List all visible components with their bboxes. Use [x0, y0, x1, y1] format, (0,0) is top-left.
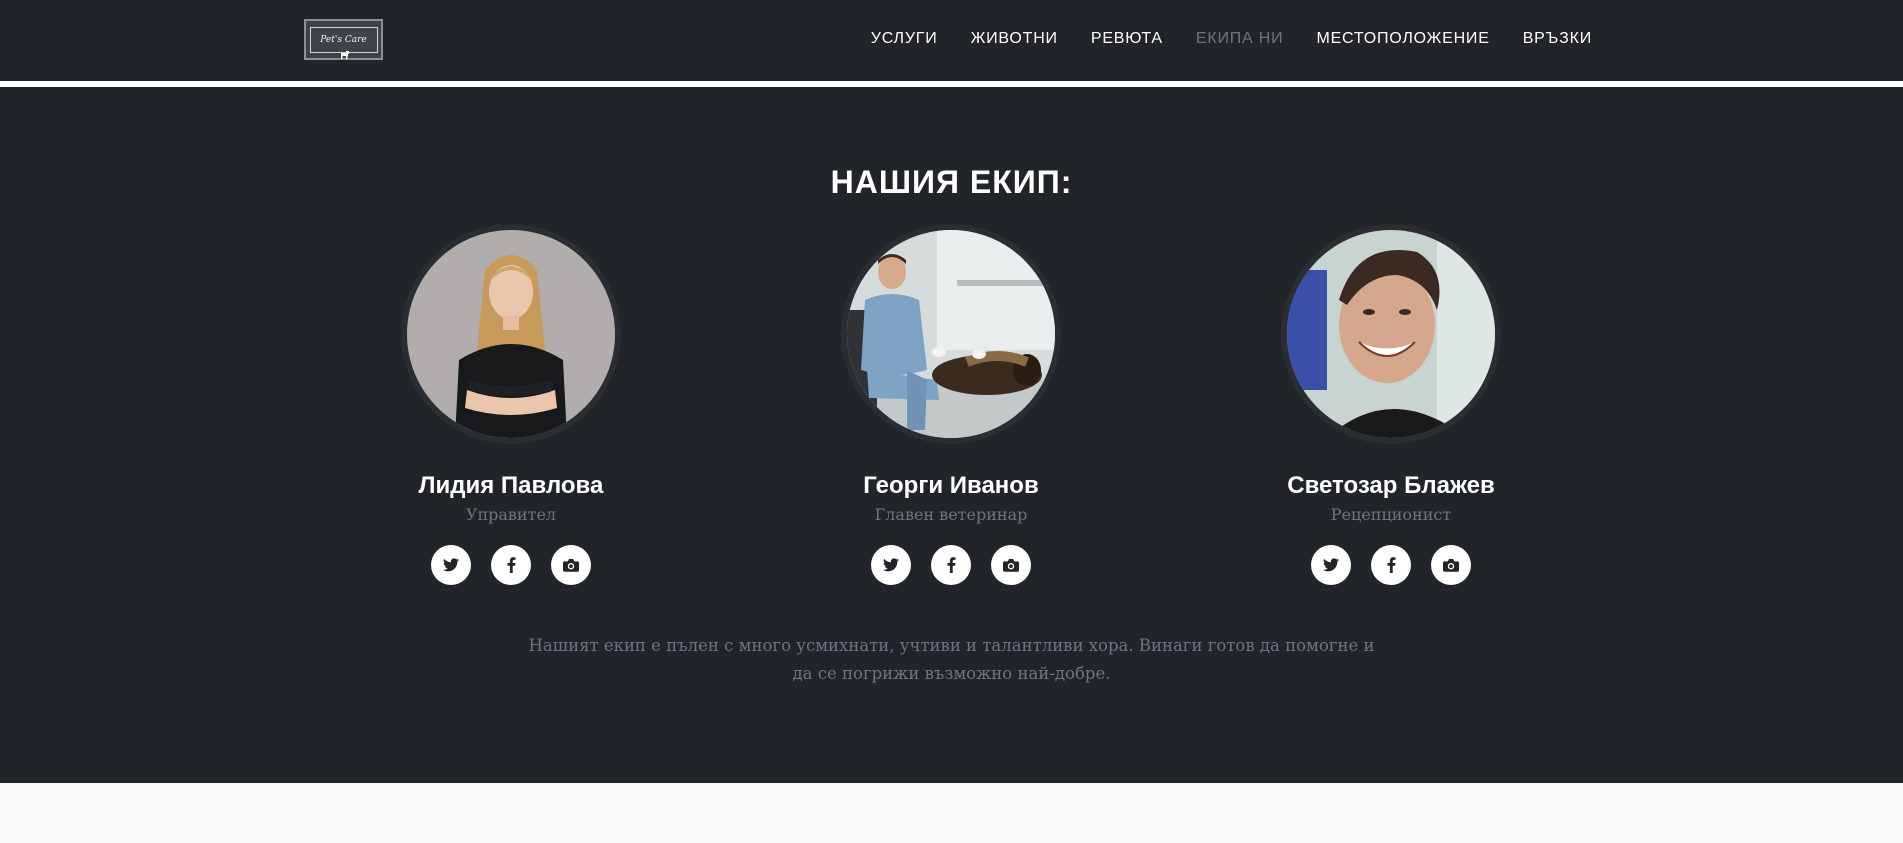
team-section: НАШИЯ ЕКИП: Лидия Павлова Управител Геор…	[0, 87, 1903, 783]
team-member-card: Лидия Павлова Управител	[361, 224, 661, 585]
man-selfie-image	[1287, 230, 1495, 438]
logo-text: Pet's Care	[309, 26, 378, 53]
team-member-name: Георги Иванов	[863, 472, 1039, 499]
instagram-button[interactable]	[1431, 545, 1471, 585]
woman-portrait-image	[407, 230, 615, 438]
facebook-button[interactable]	[491, 545, 531, 585]
twitter-icon	[883, 558, 899, 572]
team-member-photo	[841, 224, 1061, 444]
facebook-button[interactable]	[1371, 545, 1411, 585]
team-member-card: Георги Иванов Главен ветеринар	[801, 224, 1101, 585]
team-heading: НАШИЯ ЕКИП:	[830, 164, 1073, 200]
twitter-button[interactable]	[1311, 545, 1351, 585]
twitter-icon	[1323, 558, 1339, 572]
twitter-button[interactable]	[871, 545, 911, 585]
main-nav: УСЛУГИ ЖИВОТНИ РЕВЮТА ЕКИПА НИ МЕСТОПОЛО…	[838, 26, 1592, 52]
team-member-role: Управител	[465, 505, 557, 524]
instagram-button[interactable]	[551, 545, 591, 585]
navbar: Pet's Care УСЛУГИ ЖИВОТНИ РЕВЮТА ЕКИПА Н…	[0, 0, 1903, 81]
twitter-button[interactable]	[431, 545, 471, 585]
team-member-name: Лидия Павлова	[418, 472, 604, 499]
nav-link-animals[interactable]: ЖИВОТНИ	[971, 26, 1058, 52]
team-member-role: Рецепционист	[1330, 505, 1452, 524]
nav-link-team[interactable]: ЕКИПА НИ	[1196, 26, 1284, 52]
social-links	[361, 545, 661, 585]
team-member-photo	[1281, 224, 1501, 444]
twitter-icon	[443, 558, 459, 572]
team-member-card: Светозар Блажев Рецепционист	[1241, 224, 1541, 585]
facebook-icon	[1387, 557, 1395, 573]
nav-link-location[interactable]: МЕСТОПОЛОЖЕНИЕ	[1316, 26, 1489, 52]
camera-icon	[1003, 559, 1019, 572]
next-section	[0, 783, 1903, 843]
nav-link-services[interactable]: УСЛУГИ	[871, 26, 938, 52]
social-links	[801, 545, 1101, 585]
camera-icon	[563, 559, 579, 572]
dog-icon	[341, 51, 349, 59]
camera-icon	[1443, 559, 1459, 572]
facebook-icon	[947, 557, 955, 573]
nav-link-reviews[interactable]: РЕВЮТА	[1091, 26, 1163, 52]
instagram-button[interactable]	[991, 545, 1031, 585]
nav-link-contacts[interactable]: ВРЪЗКИ	[1523, 26, 1592, 52]
facebook-icon	[507, 557, 515, 573]
facebook-button[interactable]	[931, 545, 971, 585]
team-member-name: Светозар Блажев	[1287, 472, 1495, 499]
brand-logo[interactable]: Pet's Care	[304, 19, 383, 60]
team-member-photo	[401, 224, 621, 444]
team-member-role: Главен ветеринар	[874, 505, 1028, 524]
team-description: Нашият екип е пълен с много усмихнати, у…	[528, 636, 1375, 683]
social-links	[1241, 545, 1541, 585]
vet-with-dog-image	[847, 230, 1055, 438]
